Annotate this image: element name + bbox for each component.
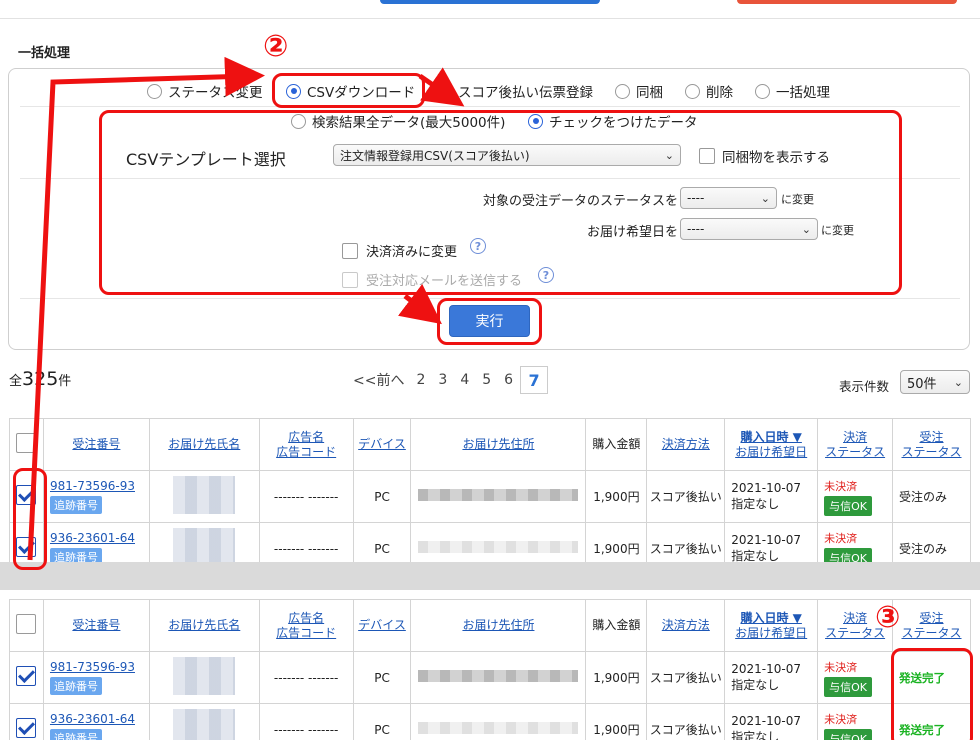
- arrow-to-execute: [397, 283, 442, 325]
- arrow-to-csv-radio: [27, 56, 265, 561]
- arrow-to-options: [418, 67, 465, 107]
- step-3-marker: ③: [875, 600, 901, 635]
- annotation-arrows: [27, 56, 465, 561]
- step-2-marker: ②: [263, 29, 289, 64]
